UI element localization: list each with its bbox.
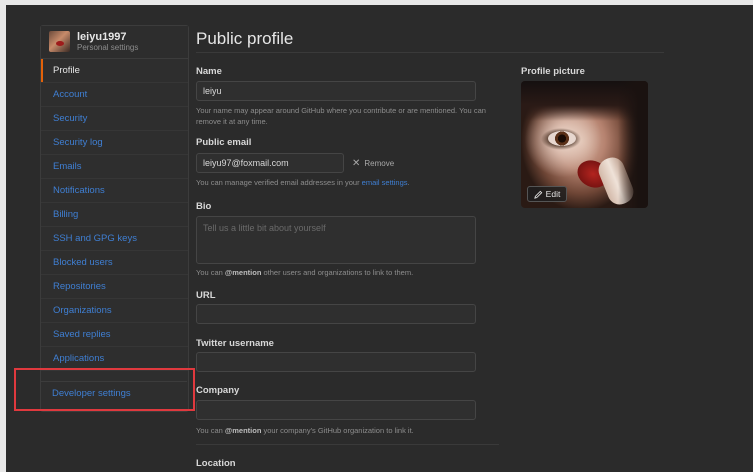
twitter-username-field[interactable] bbox=[196, 352, 476, 372]
name-label: Name bbox=[196, 66, 222, 77]
profile-picture-detail bbox=[548, 131, 576, 146]
company-help-text: You can @mention your company's GitHub o… bbox=[196, 425, 496, 436]
public-email-label: Public email bbox=[196, 137, 252, 148]
bio-help-suffix: other users and organizations to link to… bbox=[261, 268, 414, 277]
email-settings-link[interactable]: email settings bbox=[362, 178, 408, 187]
bio-label: Bio bbox=[196, 201, 212, 212]
highlight-annotation-box bbox=[14, 368, 195, 411]
edit-profile-picture-button[interactable]: Edit bbox=[527, 186, 567, 202]
sidebar-item-profile[interactable]: Profile bbox=[41, 59, 188, 83]
company-label: Company bbox=[196, 385, 240, 396]
settings-sidebar: leiyu1997 Personal settings Profile Acco… bbox=[40, 25, 189, 412]
bio-help-text: You can @mention other users and organiz… bbox=[196, 267, 496, 278]
sidebar-item-repositories[interactable]: Repositories bbox=[41, 275, 188, 299]
sidebar-item-blocked-users[interactable]: Blocked users bbox=[41, 251, 188, 275]
settings-page: leiyu1997 Personal settings Profile Acco… bbox=[6, 5, 753, 472]
twitter-username-label: Twitter username bbox=[196, 338, 274, 349]
username: leiyu1997 bbox=[77, 31, 127, 43]
company-help-prefix: You can bbox=[196, 426, 225, 435]
sidebar-item-emails[interactable]: Emails bbox=[41, 155, 188, 179]
name-field-value: leiyu bbox=[203, 86, 222, 96]
sidebar-item-security[interactable]: Security bbox=[41, 107, 188, 131]
name-help-text: Your name may appear around GitHub where… bbox=[196, 106, 486, 126]
edit-label: Edit bbox=[545, 189, 561, 199]
email-help-suffix: . bbox=[407, 178, 410, 187]
profile-picture-detail bbox=[618, 81, 648, 208]
remove-email-label: Remove bbox=[364, 159, 395, 168]
user-header[interactable]: leiyu1997 Personal settings bbox=[41, 26, 188, 59]
title-divider bbox=[196, 52, 664, 53]
sidebar-item-organizations[interactable]: Organizations bbox=[41, 299, 188, 323]
bio-help-mention: @mention bbox=[224, 268, 262, 277]
url-label: URL bbox=[196, 290, 216, 301]
section-divider bbox=[196, 444, 499, 445]
sidebar-item-security-log[interactable]: Security log bbox=[41, 131, 188, 155]
email-help-text: You can manage verified email addresses … bbox=[196, 177, 496, 188]
location-label: Location bbox=[196, 458, 236, 469]
public-email-value: leiyu97@foxmail.com bbox=[203, 158, 289, 168]
sidebar-item-saved-replies[interactable]: Saved replies bbox=[41, 323, 188, 347]
close-icon: ✕ bbox=[352, 158, 361, 169]
remove-email-button[interactable]: ✕ Remove bbox=[352, 158, 394, 169]
bio-help-prefix: You can bbox=[196, 268, 225, 277]
email-help-prefix: You can manage verified email addresses … bbox=[196, 178, 362, 187]
company-field[interactable] bbox=[196, 400, 476, 420]
profile-picture-label: Profile picture bbox=[521, 66, 585, 77]
public-email-select[interactable]: leiyu97@foxmail.com bbox=[196, 153, 344, 173]
page-title: Public profile bbox=[196, 29, 294, 48]
sidebar-item-account[interactable]: Account bbox=[41, 83, 188, 107]
sidebar-item-notifications[interactable]: Notifications bbox=[41, 179, 188, 203]
bio-placeholder: Tell us a little bit about yourself bbox=[203, 223, 326, 233]
sidebar-item-billing[interactable]: Billing bbox=[41, 203, 188, 227]
company-help-mention: @mention bbox=[224, 426, 262, 435]
company-help-suffix: your company's GitHub organization to li… bbox=[261, 426, 414, 435]
bio-textarea[interactable]: Tell us a little bit about yourself bbox=[196, 216, 476, 264]
name-field[interactable]: leiyu bbox=[196, 81, 476, 101]
avatar bbox=[49, 31, 70, 52]
user-subtitle: Personal settings bbox=[77, 43, 139, 52]
pencil-icon bbox=[533, 190, 542, 199]
sidebar-item-ssh-gpg-keys[interactable]: SSH and GPG keys bbox=[41, 227, 188, 251]
url-field[interactable] bbox=[196, 304, 476, 324]
